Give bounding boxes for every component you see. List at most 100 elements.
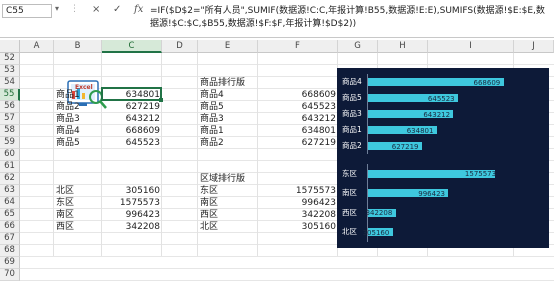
select-all-corner[interactable]: [0, 40, 20, 53]
rank-product-value-cell[interactable]: 668609: [260, 89, 336, 101]
product-value-cell[interactable]: 668609: [104, 125, 160, 137]
region-ranking-chart[interactable]: 东区 1575573 南区 996423 西区 342208 北区 305160: [337, 156, 549, 248]
rank-product-name-cell[interactable]: 商品2: [200, 137, 256, 149]
region-name-cell[interactable]: 东区: [56, 197, 100, 209]
product-name-cell[interactable]: 商品3: [56, 113, 100, 125]
chart-data-label: 305160: [362, 228, 390, 237]
product-rank-title[interactable]: 商品排行版: [200, 77, 256, 89]
row-header-62[interactable]: 62: [0, 173, 20, 185]
row-header-70[interactable]: 70: [0, 269, 20, 281]
chart-category-label: 北区: [342, 227, 357, 237]
row-header-58[interactable]: 58: [0, 125, 20, 137]
region-value-cell[interactable]: 342208: [104, 221, 160, 233]
column-header-j[interactable]: J: [514, 40, 554, 53]
rank-region-value-cell[interactable]: 342208: [260, 209, 336, 221]
chart-category-label: 商品3: [342, 109, 362, 118]
chart-data-label: 634801: [406, 126, 434, 135]
chart-data-label: 645523: [427, 94, 455, 103]
product-name-cell[interactable]: 商品1: [56, 89, 100, 101]
region-value-cell[interactable]: 305160: [104, 185, 160, 197]
column-header-d[interactable]: D: [162, 40, 198, 53]
rank-product-name-cell[interactable]: 商品1: [200, 125, 256, 137]
row-header-67[interactable]: 67: [0, 233, 20, 245]
gridline-vertical: [257, 53, 258, 256]
region-value-cell[interactable]: 1575573: [104, 197, 160, 209]
chart-category-label: 西区: [342, 207, 357, 217]
enter-icon[interactable]: ✓: [113, 3, 121, 17]
rank-product-name-cell[interactable]: 商品3: [200, 113, 256, 125]
row-header-52[interactable]: 52: [0, 53, 20, 65]
row-header-61[interactable]: 61: [0, 161, 20, 173]
region-name-cell[interactable]: 南区: [56, 209, 100, 221]
row-header-54[interactable]: 54: [0, 77, 20, 89]
region-name-cell[interactable]: 西区: [56, 221, 100, 233]
rank-product-name-cell[interactable]: 商品4: [200, 89, 256, 101]
row-header-63[interactable]: 63: [0, 185, 20, 197]
chart-data-label: 627219: [391, 142, 419, 151]
formula-bar: C55 ▾ ⋮ × ✓ fx =IF($D$2="所有人员",SUMIF(数据源…: [0, 0, 554, 38]
product-value-cell[interactable]: 643212: [104, 113, 160, 125]
chart-category-label: 商品5: [342, 93, 362, 102]
column-header-e[interactable]: E: [198, 40, 258, 53]
gridline-vertical: [53, 53, 54, 256]
chart-category-label: 商品4: [342, 77, 362, 86]
gridline-vertical: [161, 53, 162, 256]
column-header-i[interactable]: I: [428, 40, 514, 53]
chart-data-label: 996423: [418, 189, 445, 198]
rank-region-name-cell[interactable]: 北区: [200, 221, 256, 233]
product-name-cell[interactable]: 商品4: [56, 125, 100, 137]
column-header-a[interactable]: A: [20, 40, 54, 53]
product-value-cell[interactable]: 645523: [104, 137, 160, 149]
row-header-65[interactable]: 65: [0, 209, 20, 221]
region-rank-title[interactable]: 区域排行版: [200, 173, 256, 185]
column-header-c[interactable]: C: [102, 40, 162, 53]
column-header-h[interactable]: H: [378, 40, 428, 53]
column-header-f[interactable]: F: [258, 40, 338, 53]
row-header-56[interactable]: 56: [0, 101, 20, 113]
cancel-icon[interactable]: ×: [92, 3, 100, 17]
chart-category-label: 商品1: [342, 125, 362, 134]
rank-product-value-cell[interactable]: 643212: [260, 113, 336, 125]
gridline-vertical: [197, 53, 198, 256]
row-header-68[interactable]: 68: [0, 245, 20, 257]
fill-handle[interactable]: [159, 98, 163, 102]
row-header-60[interactable]: 60: [0, 149, 20, 161]
formula-input[interactable]: =IF($D$2="所有人员",SUMIF(数据源!C:C,年报计算!B55,数…: [150, 5, 550, 31]
row-header-64[interactable]: 64: [0, 197, 20, 209]
rank-region-name-cell[interactable]: 西区: [200, 209, 256, 221]
product-ranking-chart[interactable]: 商品4 668609 商品5 645523 商品3 643212 商品1 634801 商品2 6…: [337, 68, 549, 156]
separator-dots: ⋮: [70, 4, 79, 14]
row-header-57[interactable]: 57: [0, 113, 20, 125]
product-name-cell[interactable]: 商品2: [56, 101, 100, 113]
row-header-55[interactable]: 55: [0, 89, 20, 101]
region-name-cell[interactable]: 北区: [56, 185, 100, 197]
rank-region-value-cell[interactable]: 305160: [260, 221, 336, 233]
rank-product-value-cell[interactable]: 634801: [260, 125, 336, 137]
product-name-cell[interactable]: 商品5: [56, 137, 100, 149]
rank-product-value-cell[interactable]: 645523: [260, 101, 336, 113]
region-value-cell[interactable]: 996423: [104, 209, 160, 221]
column-header-g[interactable]: G: [338, 40, 378, 53]
chart-category-label: 东区: [342, 168, 357, 178]
chart-category-label: 南区: [342, 188, 357, 198]
chart-data-label: 668609: [473, 78, 501, 87]
gridline-horizontal: [20, 268, 554, 269]
row-header-69[interactable]: 69: [0, 257, 20, 269]
row-header-66[interactable]: 66: [0, 221, 20, 233]
column-header-b[interactable]: B: [54, 40, 102, 53]
rank-product-value-cell[interactable]: 627219: [260, 137, 336, 149]
row-header-53[interactable]: 53: [0, 65, 20, 77]
insert-function-icon[interactable]: fx: [134, 3, 143, 17]
rank-region-name-cell[interactable]: 东区: [200, 185, 256, 197]
chevron-down-icon[interactable]: ▾: [55, 4, 59, 13]
rank-region-name-cell[interactable]: 南区: [200, 197, 256, 209]
chart-category-label: 商品2: [342, 141, 362, 150]
rank-region-value-cell[interactable]: 996423: [260, 197, 336, 209]
chart-data-label: 342208: [365, 209, 393, 218]
row-header-59[interactable]: 59: [0, 137, 20, 149]
product-value-cell[interactable]: 627219: [104, 101, 160, 113]
name-box[interactable]: C55: [2, 4, 52, 18]
rank-region-value-cell[interactable]: 1575573: [260, 185, 336, 197]
active-cell-selection[interactable]: [101, 87, 162, 101]
rank-product-name-cell[interactable]: 商品5: [200, 101, 256, 113]
